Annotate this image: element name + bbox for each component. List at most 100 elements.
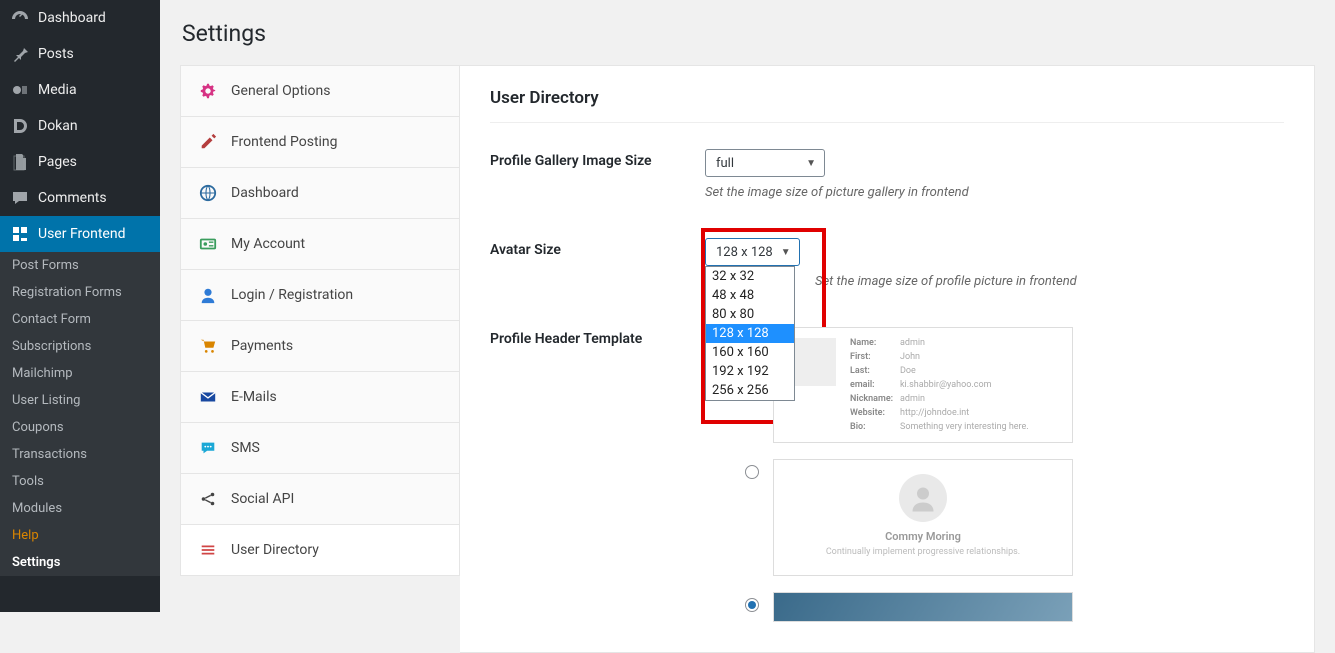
avatar-size-select[interactable]: 128 x 128 ▼ — [705, 238, 800, 266]
avatar-option[interactable]: 160 x 160 — [706, 343, 794, 362]
submenu-transactions[interactable]: Transactions — [0, 441, 160, 468]
profile-field-row: Bio:Something very interesting here. — [850, 422, 1058, 432]
field-value: Doe — [900, 366, 916, 376]
tab-dashboard[interactable]: Dashboard — [181, 168, 459, 219]
gallery-size-value: full — [716, 156, 734, 171]
radio-icon[interactable] — [745, 465, 759, 479]
sidebar-item-pages[interactable]: Pages — [0, 144, 160, 180]
field-value: John — [900, 352, 920, 362]
submenu-modules[interactable]: Modules — [0, 495, 160, 522]
avatar-option[interactable]: 192 x 192 — [706, 362, 794, 381]
tab-label: Payments — [231, 338, 293, 354]
submenu-subscriptions[interactable]: Subscriptions — [0, 333, 160, 360]
user-frontend-icon — [10, 224, 30, 244]
template2-name: Commy Moring — [784, 530, 1062, 543]
section-title: User Directory — [490, 88, 1284, 123]
row-template: Profile Header Template Name:adminFirst:… — [490, 327, 1284, 622]
avatar-option[interactable]: 32 x 32 — [706, 267, 794, 286]
sidebar-item-label: Media — [38, 82, 77, 98]
tab-my-account[interactable]: My Account — [181, 219, 459, 270]
template2-desc: Continually implement progressive relati… — [784, 547, 1062, 557]
tab-sms[interactable]: SMS — [181, 423, 459, 474]
dokan-icon — [10, 116, 30, 136]
settings-panel: User Directory Profile Gallery Image Siz… — [460, 65, 1315, 653]
submenu-tools[interactable]: Tools — [0, 468, 160, 495]
profile-field-row: email:ki.shabbir@yahoo.com — [850, 380, 1058, 390]
submenu-post-forms[interactable]: Post Forms — [0, 252, 160, 279]
sidebar-item-label: Comments — [38, 190, 107, 206]
sidebar-item-label: Posts — [38, 46, 74, 62]
sidebar-item-label: User Frontend — [38, 226, 125, 242]
sidebar-item-user-frontend[interactable]: User Frontend — [0, 216, 160, 252]
field-value: Something very interesting here. — [900, 422, 1029, 432]
avatar-option[interactable]: 128 x 128 — [706, 324, 794, 343]
field-key: Last: — [850, 366, 900, 376]
avatar-size-dropdown: 32 x 3248 x 4880 x 80128 x 128160 x 1601… — [705, 266, 795, 401]
field-value: admin — [900, 338, 925, 348]
tab-e-mails[interactable]: E-Mails — [181, 372, 459, 423]
submenu-registration-forms[interactable]: Registration Forms — [0, 279, 160, 306]
template-option-3[interactable] — [745, 592, 1284, 622]
row-gallery-size: Profile Gallery Image Size full ▼ Set th… — [490, 149, 1284, 200]
field-key: Name: — [850, 338, 900, 348]
sidebar-item-posts[interactable]: Posts — [0, 36, 160, 72]
sidebar-item-label: Pages — [38, 154, 77, 170]
template-option-2[interactable]: Commy Moring Continually implement progr… — [745, 459, 1284, 576]
tab-frontend-posting[interactable]: Frontend Posting — [181, 117, 459, 168]
submenu-coupons[interactable]: Coupons — [0, 414, 160, 441]
gear-icon — [199, 82, 217, 100]
avatar-option[interactable]: 256 x 256 — [706, 381, 794, 400]
share-icon — [199, 490, 217, 508]
edit-icon — [199, 133, 217, 151]
field-key: Website: — [850, 408, 900, 418]
sidebar-item-label: Dokan — [38, 118, 78, 134]
globe-icon — [199, 184, 217, 202]
profile-field-row: Last:Doe — [850, 366, 1058, 376]
template-label: Profile Header Template — [490, 327, 705, 622]
radio-icon[interactable] — [745, 598, 759, 612]
row-avatar-size: Avatar Size 128 x 128 ▼ 32 x 3248 x 4880… — [490, 238, 1284, 289]
profile-field-row: Website:http://johndoe.int — [850, 408, 1058, 418]
admin-sidebar: Dashboard Posts Media Dokan Pages Commen… — [0, 0, 160, 612]
field-key: Nickname: — [850, 394, 900, 404]
avatar-option[interactable]: 80 x 80 — [706, 305, 794, 324]
tab-login-registration[interactable]: Login / Registration — [181, 270, 459, 321]
tab-label: My Account — [231, 236, 305, 252]
sidebar-item-media[interactable]: Media — [0, 72, 160, 108]
chevron-down-icon: ▼ — [781, 247, 791, 258]
tab-social-api[interactable]: Social API — [181, 474, 459, 525]
template-option-1[interactable]: Name:adminFirst:JohnLast:Doeemail:ki.sha… — [745, 327, 1284, 443]
submenu-help[interactable]: Help — [0, 522, 160, 549]
id-card-icon — [199, 235, 217, 253]
tab-user-directory[interactable]: User Directory — [181, 525, 459, 575]
field-value: admin — [900, 394, 925, 404]
tab-label: E-Mails — [231, 389, 277, 405]
tab-payments[interactable]: Payments — [181, 321, 459, 372]
tab-label: SMS — [231, 440, 260, 456]
pages-icon — [10, 152, 30, 172]
avatar-option[interactable]: 48 x 48 — [706, 286, 794, 305]
tab-label: Social API — [231, 491, 294, 507]
submenu-settings[interactable]: Settings — [0, 549, 160, 576]
sms-icon — [199, 439, 217, 457]
gallery-size-help: Set the image size of picture gallery in… — [705, 185, 1284, 200]
sidebar-item-comments[interactable]: Comments — [0, 180, 160, 216]
avatar-size-help: Set the image size of profile picture in… — [815, 274, 1284, 289]
sidebar-item-dashboard[interactable]: Dashboard — [0, 0, 160, 36]
tab-label: General Options — [231, 83, 331, 99]
mail-icon — [199, 388, 217, 406]
submenu-contact-form[interactable]: Contact Form — [0, 306, 160, 333]
settings-tabs: General Options Frontend Posting Dashboard… — [180, 65, 460, 576]
comment-icon — [10, 188, 30, 208]
sidebar-submenu: Post Forms Registration Forms Contact Fo… — [0, 252, 160, 576]
sidebar-item-dokan[interactable]: Dokan — [0, 108, 160, 144]
list-icon — [199, 541, 217, 559]
cart-icon — [199, 337, 217, 355]
profile-field-row: First:John — [850, 352, 1058, 362]
submenu-user-listing[interactable]: User Listing — [0, 387, 160, 414]
tab-general-options[interactable]: General Options — [181, 66, 459, 117]
tab-label: Frontend Posting — [231, 134, 338, 150]
submenu-mailchimp[interactable]: Mailchimp — [0, 360, 160, 387]
page-title: Settings — [182, 20, 1315, 47]
gallery-size-select[interactable]: full ▼ — [705, 149, 825, 177]
